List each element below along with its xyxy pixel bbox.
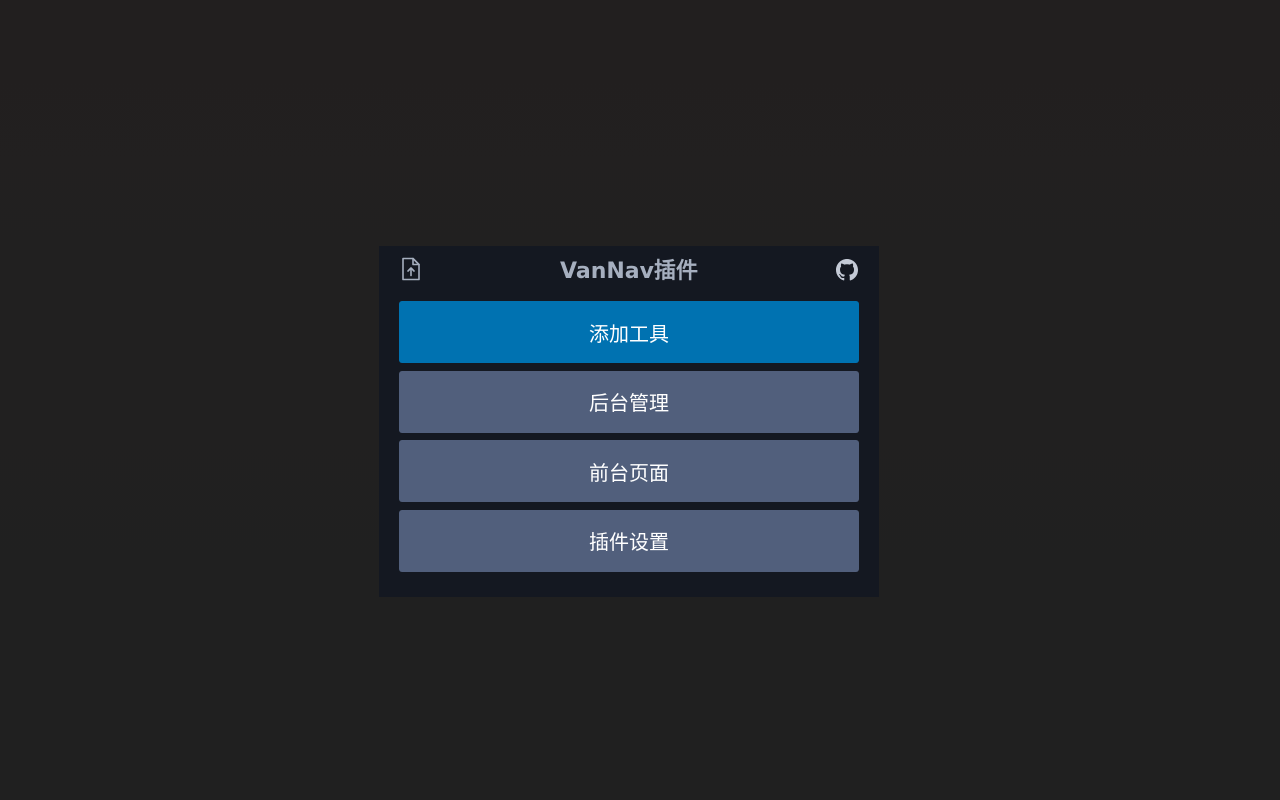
action-button-list: 添加工具 后台管理 前台页面 插件设置 bbox=[399, 301, 859, 579]
github-link[interactable] bbox=[836, 259, 858, 281]
plugin-settings-button[interactable]: 插件设置 bbox=[399, 509, 859, 572]
add-tool-button[interactable]: 添加工具 bbox=[399, 301, 859, 363]
popup-title: VanNav插件 bbox=[560, 259, 698, 284]
popup-header: VanNav插件 bbox=[379, 246, 879, 294]
admin-panel-button[interactable]: 后台管理 bbox=[399, 370, 859, 433]
front-page-button[interactable]: 前台页面 bbox=[399, 440, 859, 502]
github-icon bbox=[836, 259, 858, 281]
extension-popup: VanNav插件 添加工具 后台管理 前台页面 插件设置 bbox=[379, 246, 879, 597]
